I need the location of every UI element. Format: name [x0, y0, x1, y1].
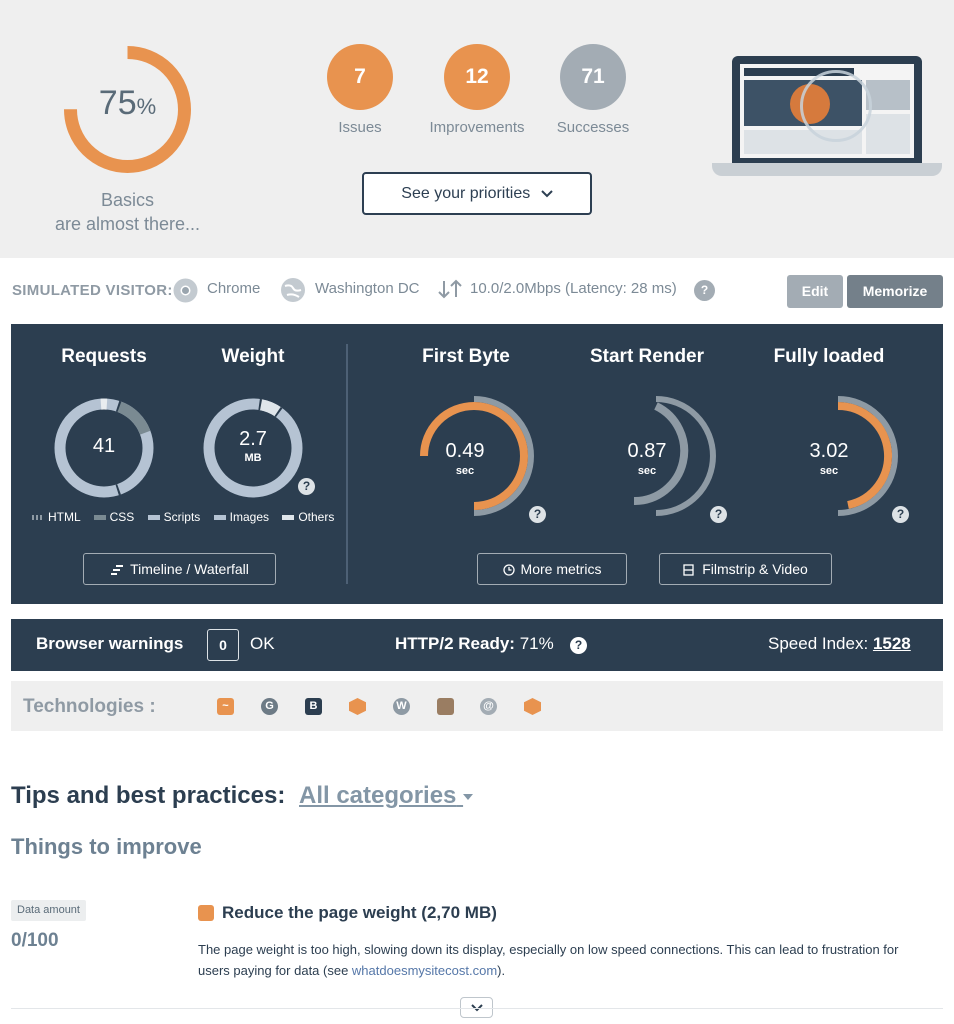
things-to-improve-heading: Things to improve	[11, 834, 202, 859]
legend-images: Images	[229, 510, 269, 524]
more-metrics-label: More metrics	[520, 561, 602, 577]
filmstrip-label: Filmstrip & Video	[702, 561, 808, 577]
laptop-base	[712, 163, 942, 176]
css-swatch	[93, 515, 106, 521]
first-byte-value: 0.49	[445, 440, 485, 462]
chevron-down-icon	[540, 190, 553, 198]
fully-loaded-title: Fully loaded	[773, 346, 885, 367]
speed-index-value[interactable]: 1528	[873, 634, 911, 653]
fully-loaded-help-icon[interactable]: ?	[892, 506, 909, 523]
panel-divider	[346, 344, 348, 584]
legend-css: CSS	[109, 510, 135, 524]
resource-legend: HTML CSS Scripts Images Others	[32, 510, 334, 524]
rule-desc-text: The page weight is too high, slowing dow…	[198, 942, 899, 978]
fully-loaded-unit: sec	[819, 465, 839, 477]
section-divider	[11, 1008, 943, 1009]
see-priorities-label: See your priorities	[401, 185, 531, 202]
swirl-icon[interactable]: @	[480, 698, 497, 715]
warnings-count-badge[interactable]: 0	[207, 629, 239, 661]
first-byte-unit: sec	[455, 465, 475, 477]
weight-value: 2.7	[239, 428, 267, 450]
wordpress-icon[interactable]: W	[393, 698, 410, 715]
http2-label: HTTP/2 Ready:	[395, 634, 515, 653]
others-swatch	[282, 515, 295, 521]
filmstrip-video-button[interactable]: Filmstrip & Video	[659, 553, 832, 585]
simulated-visitor-label: SIMULATED VISITOR:	[12, 282, 173, 299]
legend-others: Others	[298, 510, 335, 524]
chrome-icon	[173, 278, 198, 303]
http2-help-icon[interactable]: ?	[570, 637, 587, 654]
first-byte-title: First Byte	[422, 346, 510, 367]
first-byte-help-icon[interactable]: ?	[529, 506, 546, 523]
start-render-title: Start Render	[589, 346, 705, 367]
help-icon[interactable]: ?	[694, 280, 715, 301]
g-icon[interactable]: G	[261, 698, 278, 715]
rule-title[interactable]: Reduce the page weight (2,70 MB)	[222, 903, 497, 923]
up-down-arrows-icon	[438, 279, 462, 299]
timeline-label: Timeline / Waterfall	[130, 561, 249, 577]
successes-label: Successes	[556, 119, 630, 136]
start-render-help-icon[interactable]: ?	[710, 506, 727, 523]
globe-icon	[281, 278, 305, 302]
rule-icon	[198, 905, 214, 921]
start-render-unit: sec	[637, 465, 657, 477]
category-dropdown[interactable]: All categories	[299, 782, 474, 810]
rule-score: 0/100	[11, 930, 59, 951]
score-caption: Basics are almost there...	[54, 190, 201, 234]
legend-html: HTML	[48, 510, 81, 524]
warnings-ok: OK	[250, 634, 275, 653]
speed-index-label: Speed Index:	[768, 634, 869, 653]
location-name[interactable]: Washington DC	[315, 280, 420, 297]
issues-label: Issues	[338, 119, 382, 136]
edit-button[interactable]: Edit	[787, 275, 843, 308]
see-priorities-button[interactable]: See your priorities	[362, 172, 592, 215]
category-tag: Data amount	[11, 900, 86, 921]
http2-value: 71%	[519, 634, 554, 653]
improvements-label: Improvements	[429, 119, 525, 136]
start-render-value: 0.87	[627, 440, 667, 462]
page-screenshot-preview	[740, 64, 914, 158]
legend-scripts: Scripts	[163, 510, 201, 524]
category-label: All categories	[299, 782, 457, 809]
weight-help-icon[interactable]: ?	[298, 478, 315, 495]
improvements-count[interactable]: 12	[444, 44, 510, 110]
browser-name[interactable]: Chrome	[207, 280, 260, 297]
bootstrap-icon[interactable]: B	[305, 698, 322, 715]
waterfall-icon	[111, 565, 124, 576]
successes-count[interactable]: 71	[560, 44, 626, 110]
technologies-label: Technologies :	[23, 696, 156, 717]
rule-description: The page weight is too high, slowing dow…	[198, 939, 918, 981]
clock-icon	[502, 564, 515, 576]
rule-desc-end: ).	[497, 963, 506, 978]
film-icon	[683, 564, 694, 576]
issues-count[interactable]: 7	[327, 44, 393, 110]
more-metrics-button[interactable]: More metrics	[477, 553, 627, 585]
fully-loaded-value: 3.02	[809, 440, 849, 462]
page: 75% Basics are almost there... 7 Issues …	[0, 0, 954, 1024]
http2-status: HTTP/2 Ready: 71%	[395, 634, 554, 654]
requests-value: 41	[92, 435, 116, 457]
html-swatch	[32, 515, 44, 521]
timeline-waterfall-button[interactable]: Timeline / Waterfall	[83, 553, 276, 585]
speed-index: Speed Index: 1528	[768, 634, 911, 654]
rule-link[interactable]: whatdoesmysitecost.com	[352, 963, 497, 978]
scripts-swatch	[147, 515, 160, 521]
weight-title: Weight	[221, 346, 285, 367]
browser-warnings-label: Browser warnings	[36, 634, 184, 653]
tips-title: Tips and best practices:	[11, 782, 286, 809]
chart-icon[interactable]: ~	[217, 698, 234, 715]
score-value: 75%	[98, 84, 157, 122]
weight-unit: MB	[244, 452, 262, 464]
images-swatch	[213, 515, 226, 521]
requests-title: Requests	[61, 346, 147, 367]
box-icon[interactable]	[437, 698, 454, 715]
memorize-button[interactable]: Memorize	[847, 275, 943, 308]
connection-speed[interactable]: 10.0/2.0Mbps (Latency: 28 ms)	[470, 280, 677, 297]
caret-down-icon	[463, 793, 474, 800]
